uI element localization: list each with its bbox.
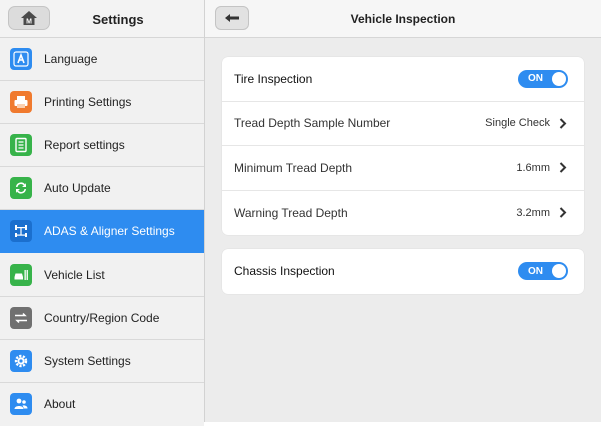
sidebar-item-language[interactable]: Language (0, 38, 204, 82)
chassis-inspection-card: Chassis Inspection ON (222, 249, 584, 294)
sidebar-item-label: Language (44, 52, 98, 67)
settings-sidebar: M Settings Language Printing Settings Re… (0, 0, 205, 426)
region-icon (10, 306, 32, 329)
page-title: Vehicle Inspection (350, 12, 456, 26)
sidebar-item-label: Report settings (44, 138, 125, 153)
printer-icon (10, 91, 32, 114)
chevron-right-icon (558, 117, 568, 129)
tire-inspection-card: Tire Inspection ON Tread Depth Sample Nu… (222, 57, 584, 235)
row-label: Tread Depth Sample Number (234, 116, 391, 131)
tire-inspection-label: Tire Inspection (234, 71, 313, 86)
row-value: 1.6mm (516, 161, 550, 174)
app-frame: M Settings Language Printing Settings Re… (0, 0, 601, 426)
row-label: Minimum Tread Depth (234, 160, 353, 175)
update-icon (10, 177, 32, 200)
sidebar-item-system-settings[interactable]: System Settings (0, 339, 204, 383)
sidebar-item-country-region-code[interactable]: Country/Region Code (0, 296, 204, 340)
toggle-state-label: ON (528, 73, 543, 85)
sidebar-item-label: Printing Settings (44, 95, 132, 110)
vehicle-list-icon (10, 263, 32, 286)
sidebar-item-label: Auto Update (44, 181, 111, 196)
sidebar-item-label: Vehicle List (44, 267, 105, 282)
chassis-inspection-toggle[interactable]: ON (518, 262, 568, 281)
language-icon (10, 48, 32, 71)
main-header: Vehicle Inspection (205, 0, 601, 38)
tread-depth-sample-number-row[interactable]: Tread Depth Sample Number Single Check (222, 102, 584, 146)
toggle-state-label: ON (528, 265, 543, 277)
gear-icon (10, 349, 32, 372)
tire-inspection-toggle[interactable]: ON (518, 69, 568, 88)
sidebar-item-report-settings[interactable]: Report settings (0, 124, 204, 168)
home-icon: M (21, 11, 37, 26)
row-label: Warning Tread Depth (234, 205, 348, 220)
adas-icon (10, 220, 32, 243)
main-panel: Vehicle Inspection Tire Inspection ON Tr… (205, 0, 601, 422)
chevron-right-icon (558, 162, 568, 174)
chassis-inspection-label: Chassis Inspection (234, 264, 335, 279)
tire-inspection-row: Tire Inspection ON (222, 57, 584, 102)
sidebar-item-vehicle-list[interactable]: Vehicle List (0, 253, 204, 297)
sidebar-item-label: Country/Region Code (44, 310, 160, 325)
report-icon (10, 134, 32, 157)
sidebar-item-printing-settings[interactable]: Printing Settings (0, 81, 204, 125)
warning-tread-depth-row[interactable]: Warning Tread Depth 3.2mm (222, 191, 584, 236)
sidebar-item-about[interactable]: About (0, 382, 204, 426)
sidebar-title: Settings (92, 11, 144, 27)
sidebar-item-label: ADAS & Aligner Settings (44, 224, 175, 239)
svg-text:M: M (26, 19, 32, 26)
row-value: 3.2mm (516, 206, 550, 219)
chassis-inspection-row: Chassis Inspection ON (222, 249, 584, 294)
sidebar-item-auto-update[interactable]: Auto Update (0, 167, 204, 211)
toggle-knob (552, 264, 566, 279)
sidebar-item-label: System Settings (44, 353, 131, 368)
toggle-knob (552, 71, 566, 86)
row-value: Single Check (485, 117, 550, 130)
minimum-tread-depth-row[interactable]: Minimum Tread Depth 1.6mm (222, 146, 584, 191)
chevron-right-icon (558, 207, 568, 219)
sidebar-item-adas-aligner-settings[interactable]: ADAS & Aligner Settings (0, 210, 204, 254)
sidebar-item-label: About (44, 397, 76, 412)
sidebar-header: M Settings (0, 0, 204, 38)
home-button[interactable]: M (8, 6, 50, 30)
about-icon (10, 393, 32, 416)
